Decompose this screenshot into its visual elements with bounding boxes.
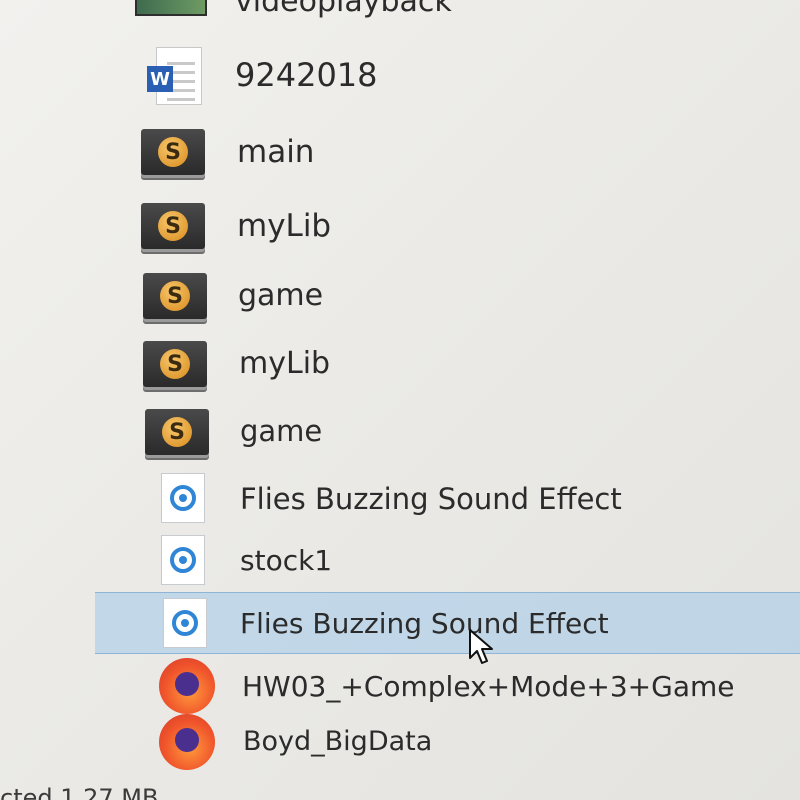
sublime-text-file-icon: S [139,334,211,394]
sublime-badge: S [160,281,190,311]
file-name: Flies Buzzing Sound Effect [240,607,609,640]
status-bar-text: cted 1.27 MB [0,784,159,800]
list-item[interactable]: videoplayback [95,0,800,34]
firefox-icon [151,712,223,772]
list-item[interactable]: S game [95,266,800,326]
file-name: HW03_+Complex+Mode+3+Game [242,670,735,703]
file-name: myLib [237,208,332,244]
file-name: videoplayback [235,0,452,19]
list-item[interactable]: S main [95,122,800,182]
file-name: Flies Buzzing Sound Effect [240,482,622,516]
file-name: game [238,278,324,313]
sublime-badge: S [162,417,192,447]
list-item[interactable]: Boyd_BigData [95,712,800,772]
list-item[interactable]: Flies Buzzing Sound Effect [95,468,800,528]
word-badge: W [147,66,173,92]
file-name: stock1 [240,544,333,577]
sublime-text-file-icon: S [137,196,209,256]
list-item[interactable]: stock1 [95,530,800,590]
file-name: myLib [239,346,331,381]
list-item-selected[interactable]: Flies Buzzing Sound Effect [95,592,800,654]
mouse-cursor-icon [469,629,493,664]
file-name: 9242018 [235,56,378,94]
sublime-badge: S [160,349,190,379]
word-document-icon: W [143,46,215,106]
list-item[interactable]: S game [95,402,800,462]
list-item[interactable]: S myLib [95,196,800,256]
file-name: Boyd_BigData [243,726,433,757]
sublime-text-file-icon: S [139,266,211,326]
audio-file-icon [149,593,221,653]
video-icon [135,0,207,34]
file-name: game [240,414,323,448]
audio-file-icon [147,468,219,528]
list-item[interactable]: S myLib [95,334,800,394]
sublime-text-file-icon: S [141,402,213,462]
file-name: main [237,134,315,170]
audio-file-icon [147,530,219,590]
sublime-text-file-icon: S [137,122,209,182]
file-explorer-screen: videoplayback W 9242018 S main S myLib S… [0,0,800,800]
file-list: videoplayback W 9242018 S main S myLib S… [0,0,800,800]
sublime-badge: S [158,137,188,167]
firefox-icon [151,656,223,716]
list-item[interactable]: HW03_+Complex+Mode+3+Game [95,656,800,716]
sublime-badge: S [158,211,188,241]
list-item[interactable]: W 9242018 [95,46,800,106]
